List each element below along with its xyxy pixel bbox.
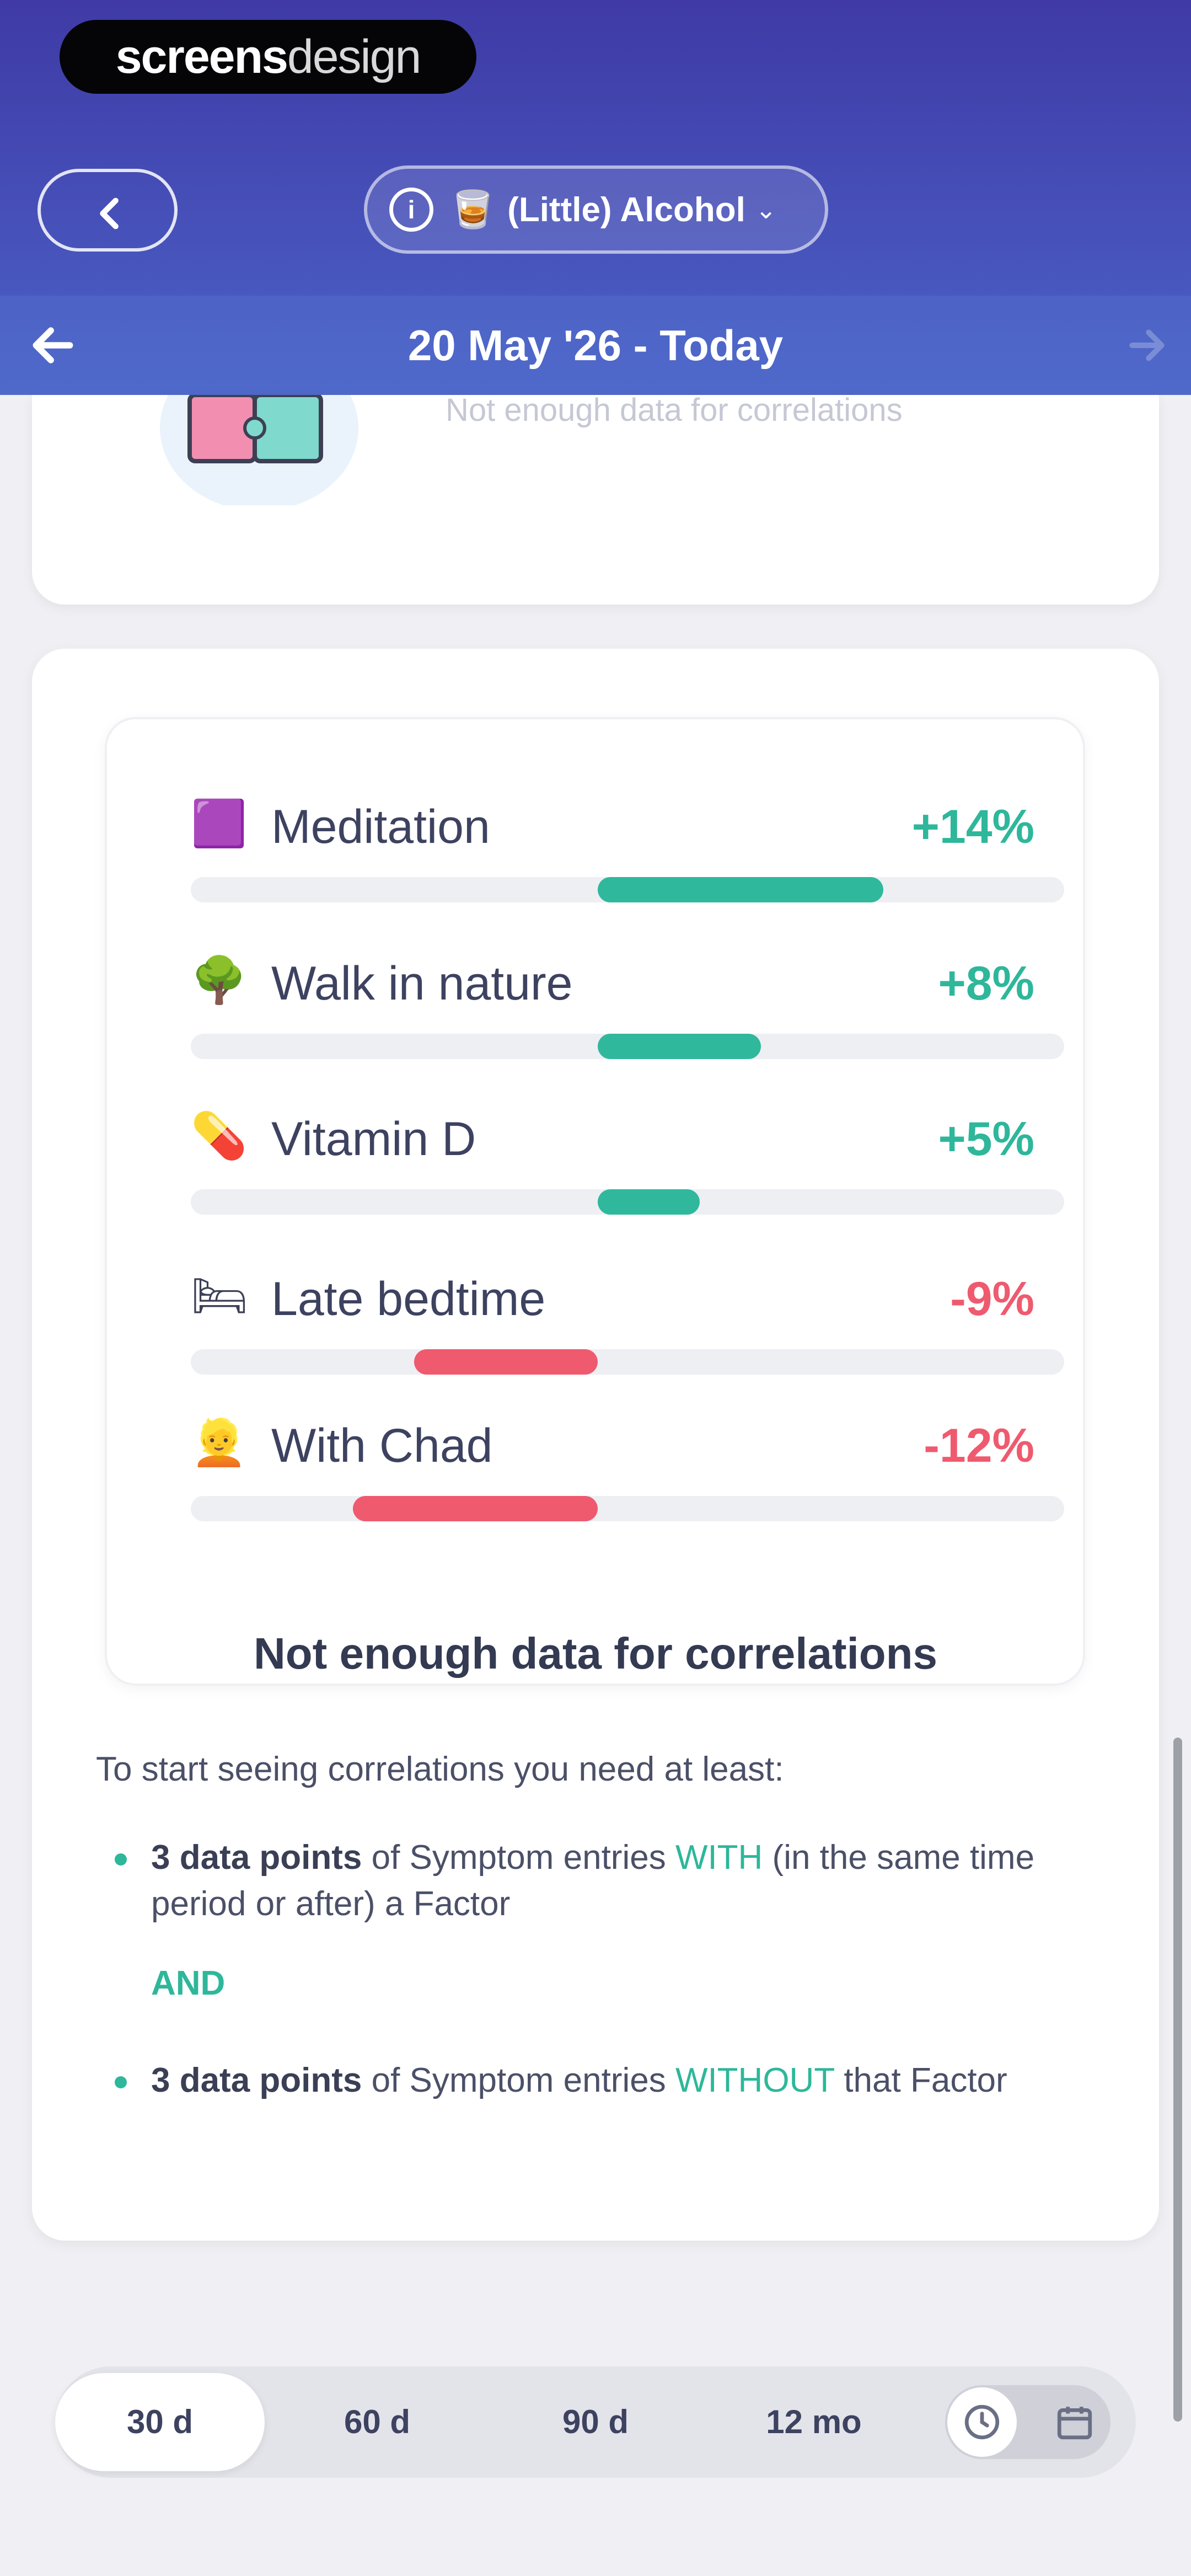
bullet-dot — [115, 2076, 127, 2088]
screensdesign-watermark: screensdesign — [60, 20, 476, 94]
factor-bar-track — [191, 1189, 1064, 1215]
view-toggle[interactable] — [945, 2385, 1110, 2459]
person-icon: 👱 — [191, 1418, 248, 1468]
bullet-dot — [115, 1853, 127, 1866]
arrow-right-icon[interactable] — [1125, 323, 1169, 367]
correlations-card: 🟪 Meditation +14% 🌳 Walk in nature +8% 💊 Vitami… — [32, 649, 1159, 2241]
factor-name: Vitamin D — [271, 1113, 476, 1166]
factor-name: Meditation — [271, 800, 490, 853]
chevron-down-icon: ⌄ — [755, 195, 777, 224]
factor-selector[interactable]: i 🥃 (Little) Alcohol ⌄ — [364, 165, 828, 254]
factor-percentage: -9% — [950, 1273, 1034, 1326]
factor-row[interactable]: 🟪 Meditation +14% — [107, 797, 1083, 929]
factor-row[interactable]: 💊 Vitamin D +5% — [107, 1109, 1083, 1241]
factor-name: Late bedtime — [271, 1273, 546, 1326]
correlations-summary-card: Not enough data for correlations — [32, 392, 1159, 605]
factor-percentage: -12% — [924, 1419, 1034, 1472]
factor-selector-label: (Little) Alcohol — [507, 190, 745, 229]
meditation-icon: 🟪 — [191, 799, 248, 849]
date-range-label: 20 May '26 - Today — [407, 321, 784, 370]
factor-row[interactable]: 🛏 Late bedtime -9% — [107, 1269, 1083, 1401]
range-90d[interactable]: 90 d — [491, 2373, 700, 2471]
header: screensdesign i 🥃 (Little) Alcohol ⌄ 20 … — [0, 0, 1191, 395]
range-selector: 30 d 60 d 90 d 12 mo — [55, 2366, 1136, 2478]
factor-bar-track — [191, 1496, 1064, 1521]
factor-bar-fill — [598, 1034, 761, 1059]
factor-bar-fill — [598, 877, 883, 902]
scrollbar[interactable] — [1173, 1738, 1182, 2422]
factor-row[interactable]: 🌳 Walk in nature +8% — [107, 953, 1083, 1086]
alcohol-icon: 🥃 — [450, 189, 496, 229]
not-enough-data-title: Not enough data for correlations — [253, 1629, 938, 1678]
factor-bar-track — [191, 877, 1064, 902]
not-enough-data-intro: To start seeing correlations you need at… — [96, 1750, 784, 1788]
factor-name: With Chad — [271, 1419, 493, 1472]
date-range-bar: 20 May '26 - Today — [0, 296, 1191, 395]
info-icon[interactable]: i — [389, 188, 433, 232]
clock-icon — [964, 2404, 1000, 2440]
calendar-icon[interactable] — [1054, 2402, 1095, 2443]
factor-correlations-list: 🟪 Meditation +14% 🌳 Walk in nature +8% 💊 Vitami… — [105, 717, 1085, 1686]
bed-icon: 🛏 — [191, 1271, 249, 1321]
factor-bar-fill — [353, 1496, 598, 1521]
factor-name: Walk in nature — [271, 957, 573, 1010]
clock-toggle[interactable] — [947, 2387, 1017, 2457]
factor-percentage: +14% — [911, 800, 1034, 853]
factor-percentage: +5% — [938, 1113, 1034, 1166]
chevron-left-icon — [100, 197, 119, 229]
and-label: AND — [151, 1964, 226, 2002]
factor-bar-track — [191, 1034, 1064, 1059]
range-30d[interactable]: 30 d — [55, 2373, 265, 2471]
puzzle-icon — [160, 395, 358, 505]
factor-bar-fill — [598, 1189, 700, 1215]
range-12mo[interactable]: 12 mo — [709, 2373, 919, 2471]
range-60d[interactable]: 60 d — [272, 2373, 482, 2471]
back-button[interactable] — [37, 169, 178, 252]
summary-text: Not enough data for correlations — [446, 392, 903, 428]
factor-percentage: +8% — [938, 957, 1034, 1010]
factor-bar-track — [191, 1349, 1064, 1375]
factor-bar-fill — [414, 1349, 598, 1375]
factor-row[interactable]: 👱 With Chad -12% — [107, 1415, 1083, 1548]
tree-icon: 🌳 — [191, 955, 248, 1006]
pill-icon: 💊 — [191, 1111, 248, 1161]
